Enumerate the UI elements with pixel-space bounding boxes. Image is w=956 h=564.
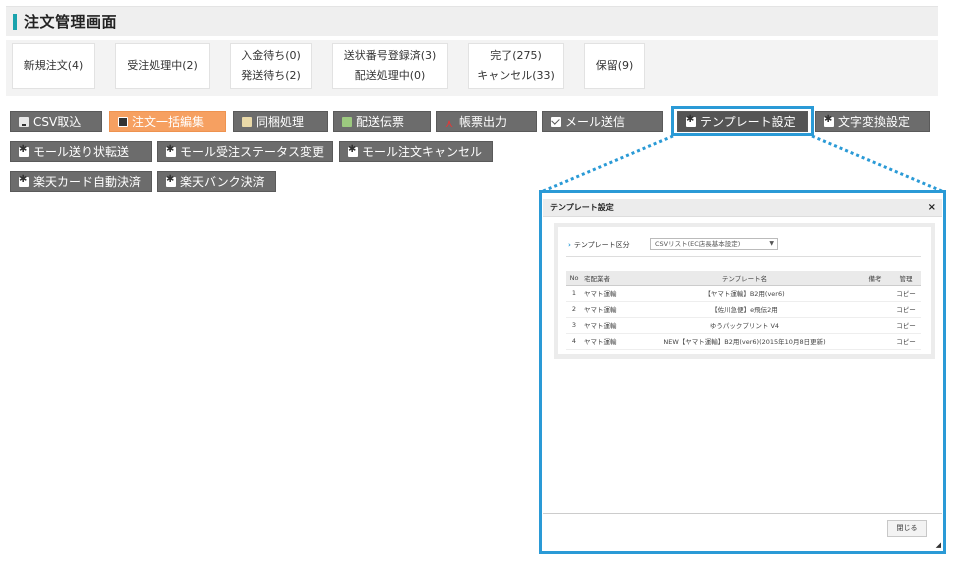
close-button[interactable]: 閉じる [887,520,927,537]
close-icon[interactable]: × [928,199,936,217]
row-carrier: ヤマト運輸 [582,317,630,334]
row-memo [859,333,891,350]
row-carrier: ヤマト運輸 [582,333,630,350]
col-header-no: No [566,271,582,286]
row-carrier: ヤマト運輸 [582,285,630,302]
chevron-right-icon: › [568,241,571,249]
copy-link[interactable]: コピー [891,301,921,318]
dialog-footer-divider [543,513,942,514]
dialog-panel: › テンプレート区分 CSVリスト(EC店長基本設定) ▼ No 宅配業者 テンプ… [558,227,931,354]
row-no: 2 [566,301,582,318]
copy-link[interactable]: コピー [891,285,921,302]
col-header-template-name: テンプレート名 [630,271,859,286]
copy-link[interactable]: コピー [891,317,921,334]
row-template-name[interactable]: NEW【ヤマト運輸】B2用(ver6)(2015年10月8日更新) [630,333,859,350]
template-table: No 宅配業者 テンプレート名 備考 管理 1 ヤマト運輸 【ヤマト運輸】B2用… [566,271,921,350]
dialog-title: テンプレート設定 [550,203,614,212]
connector-right [811,134,945,194]
table-row: 2 ヤマト運輸 【佐川急便】e飛伝2用 コピー [566,301,921,318]
row-memo [859,301,891,318]
template-category-label: › テンプレート区分 [568,241,630,249]
table-row: 4 ヤマト運輸 NEW【ヤマト運輸】B2用(ver6)(2015年10月8日更新… [566,333,921,350]
row-memo [859,317,891,334]
connector-left [540,134,674,194]
col-header-memo: 備考 [859,271,891,286]
divider [566,256,921,257]
table-header-row: No 宅配業者 テンプレート名 備考 管理 [566,271,921,286]
col-header-carrier: 宅配業者 [582,271,630,286]
row-template-name[interactable]: 【佐川急便】e飛伝2用 [630,301,859,318]
col-header-mgmt: 管理 [891,271,921,286]
row-carrier: ヤマト運輸 [582,301,630,318]
chevron-down-icon: ▼ [769,240,774,247]
row-no: 3 [566,317,582,334]
table-row: 3 ヤマト運輸 ゆうパックプリント V4 コピー [566,317,921,334]
order-management-screen: 注文管理画面 新規注文(4) 受注処理中(2) 入金待ち(0) 発送待ち(2) … [0,0,956,564]
row-no: 1 [566,285,582,302]
row-template-name[interactable]: 【ヤマト運輸】B2用(ver6) [630,285,859,302]
row-no: 4 [566,333,582,350]
row-memo [859,285,891,302]
copy-link[interactable]: コピー [891,333,921,350]
template-settings-dialog: テンプレート設定 × › テンプレート区分 CSVリスト(EC店長基本設定) ▼ … [539,190,946,554]
resize-grip-icon[interactable]: ◢ [936,541,941,549]
template-category-select[interactable]: CSVリスト(EC店長基本設定) ▼ [650,238,778,250]
table-row: 1 ヤマト運輸 【ヤマト運輸】B2用(ver6) コピー [566,285,921,302]
dialog-body: › テンプレート区分 CSVリスト(EC店長基本設定) ▼ No 宅配業者 テンプ… [554,223,935,359]
row-template-name[interactable]: ゆうパックプリント V4 [630,317,859,334]
dialog-header: テンプレート設定 × [543,199,942,217]
